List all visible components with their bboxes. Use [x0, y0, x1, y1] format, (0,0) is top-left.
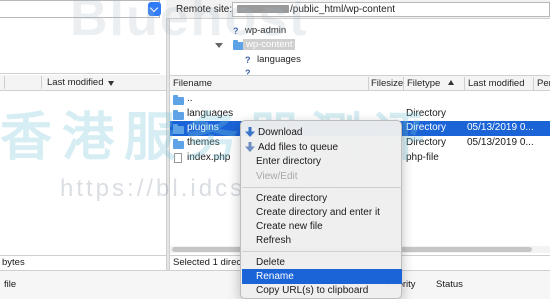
- menu-label: Download: [258, 127, 303, 138]
- local-file-list-header: Last modified: [0, 75, 166, 91]
- menu-separator: [242, 187, 402, 188]
- menu-item-add-to-queue[interactable]: Add files to queue: [242, 140, 402, 155]
- col-filetype[interactable]: Filetype: [407, 78, 440, 89]
- download-arrow-icon: [245, 127, 255, 137]
- local-status-bar: bytes: [0, 255, 166, 269]
- col-filename[interactable]: Filename: [173, 78, 212, 89]
- question-icon: ?: [245, 55, 251, 65]
- local-status-text: bytes: [2, 257, 25, 268]
- menu-item-create-directory[interactable]: Create directory: [242, 191, 402, 206]
- col-last-modified[interactable]: Last modified: [468, 78, 525, 89]
- menu-item-download[interactable]: Download: [242, 125, 402, 140]
- menu-item-delete[interactable]: Delete: [242, 255, 402, 270]
- menu-separator: [242, 251, 402, 252]
- queue-col-file[interactable]: file: [4, 279, 16, 290]
- column-separator: [4, 76, 5, 89]
- watermark-top: Bluehost: [70, 0, 309, 47]
- sort-down-icon: [108, 81, 114, 86]
- col-filesize[interactable]: Filesize: [371, 78, 403, 89]
- column-separator: [464, 77, 465, 90]
- column-separator: [41, 76, 42, 89]
- col-permissions[interactable]: Permissions: [537, 78, 550, 89]
- file-modified: 05/13/2019 0...: [467, 137, 534, 148]
- file-modified: 05/13/2019 0...: [467, 122, 534, 133]
- tree-item-languages[interactable]: languages: [257, 54, 301, 65]
- column-separator: [368, 77, 369, 90]
- menu-item-copy-url[interactable]: Copy URL(s) to clipboard: [242, 283, 402, 298]
- menu-item-enter-directory[interactable]: Enter directory: [242, 154, 402, 169]
- column-separator: [403, 77, 404, 90]
- remote-file-list-header: Filename Filesize Filetype Last modified…: [170, 75, 550, 91]
- menu-item-rename[interactable]: Rename: [242, 269, 402, 284]
- queue-arrow-icon: [245, 142, 255, 152]
- remote-status-text: Selected 1 direct: [173, 257, 244, 268]
- menu-item-view-edit: View/Edit: [256, 171, 298, 182]
- menu-item-refresh[interactable]: Refresh: [242, 233, 402, 248]
- local-col-last-modified[interactable]: Last modified: [47, 77, 104, 88]
- column-separator: [533, 77, 534, 90]
- menu-item-create-directory-and-enter[interactable]: Create directory and enter it: [242, 205, 402, 220]
- menu-item-create-new-file[interactable]: Create new file: [242, 219, 402, 234]
- context-menu: Download Add files to queue Enter direct…: [240, 120, 402, 299]
- menu-label: Add files to queue: [258, 142, 339, 153]
- sort-up-icon: [448, 80, 454, 85]
- queue-col-status[interactable]: Status: [436, 279, 463, 290]
